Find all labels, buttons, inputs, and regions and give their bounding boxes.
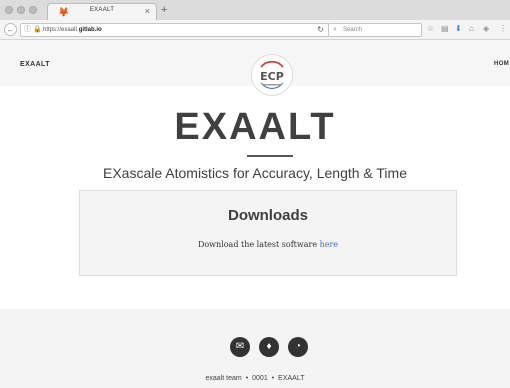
window-zoom-button[interactable] (29, 6, 37, 14)
ecp-logo: ECP (251, 54, 293, 96)
clipboard-icon[interactable]: ▤ (441, 24, 449, 34)
shield-icon[interactable]: ◈ (483, 24, 489, 34)
menu-icon[interactable]: ⋮ (499, 24, 507, 34)
footer-number: 0001 (252, 375, 268, 382)
footer-separator: • (245, 375, 249, 382)
downloads-text: Download the latest software here (80, 240, 456, 249)
window-minimize-button[interactable] (17, 6, 25, 14)
tab-close-icon[interactable]: × (145, 5, 150, 17)
gitlab-icon[interactable]: ♦ (259, 337, 279, 357)
reload-icon[interactable]: ↻ (317, 25, 324, 35)
footer-separator: • (271, 375, 275, 382)
svg-text:ECP: ECP (260, 70, 284, 83)
info-icon[interactable]: ⓘ (24, 25, 31, 35)
downloads-description: Download the latest software (197, 240, 320, 249)
home-icon[interactable]: ⌂ (469, 24, 474, 34)
footer-site-link[interactable]: EXAALT (278, 375, 304, 382)
new-tab-button[interactable]: + (161, 3, 167, 17)
site-brand-link[interactable]: EXAALT (20, 61, 50, 68)
downloads-panel: Downloads Download the latest software h… (79, 190, 457, 276)
search-icon: ⌕ (333, 26, 337, 33)
address-bar[interactable]: ⓘ 🔒 https://exaalt.gitlab.io ↻ (20, 23, 329, 37)
search-input[interactable]: ⌕ Search (328, 23, 422, 37)
search-placeholder: Search (343, 27, 363, 33)
nav-home-link[interactable]: HOM (494, 61, 509, 67)
footer-team: exaalt team (205, 375, 242, 382)
back-arrow-icon[interactable]: ← (4, 23, 17, 36)
lock-icon: 🔒 (33, 26, 42, 33)
email-icon[interactable]: ✉ (230, 337, 250, 357)
footer-credits: exaalt team • 0001 • EXAALT (0, 375, 510, 382)
star-icon[interactable]: ☆ (427, 24, 434, 34)
browser-tab[interactable]: 🦊 EXAALT × (47, 3, 157, 20)
title-divider (247, 155, 293, 157)
page-subtitle: EXascale Atomistics for Accuracy, Length… (103, 165, 407, 181)
download-icon[interactable]: ⬇ (455, 24, 462, 34)
tab-title: EXAALT (89, 7, 115, 13)
browser-tab-bar: 🦊 EXAALT × + (0, 0, 510, 20)
ecp-logo-icon: ECP (260, 60, 284, 89)
page-title: EXAALT (174, 106, 336, 148)
window-close-button[interactable] (5, 6, 13, 14)
url-text[interactable]: https://exaalt.gitlab.io (43, 26, 102, 35)
browser-toolbar: ← ⓘ 🔒 https://exaalt.gitlab.io ↻ ⌕ Searc… (0, 20, 510, 40)
rss-icon[interactable]: ◔ (288, 337, 308, 357)
downloads-here-link[interactable]: here (320, 240, 338, 249)
downloads-heading: Downloads (227, 207, 308, 224)
